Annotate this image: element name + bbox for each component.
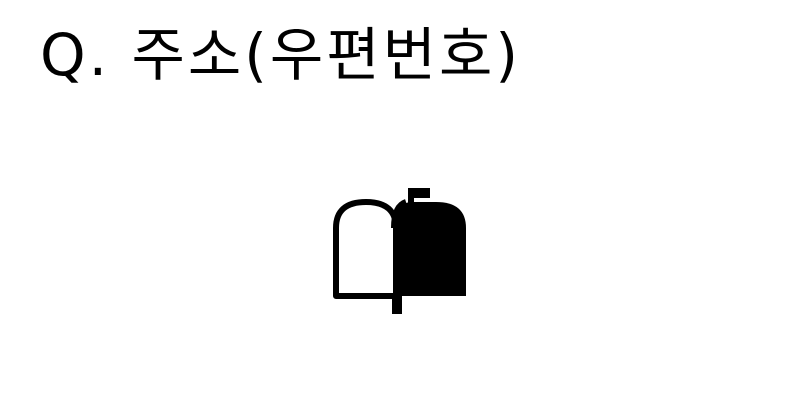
question-heading: Q. 주소(우편번호) xyxy=(40,21,521,89)
mailbox-icon xyxy=(332,184,468,316)
